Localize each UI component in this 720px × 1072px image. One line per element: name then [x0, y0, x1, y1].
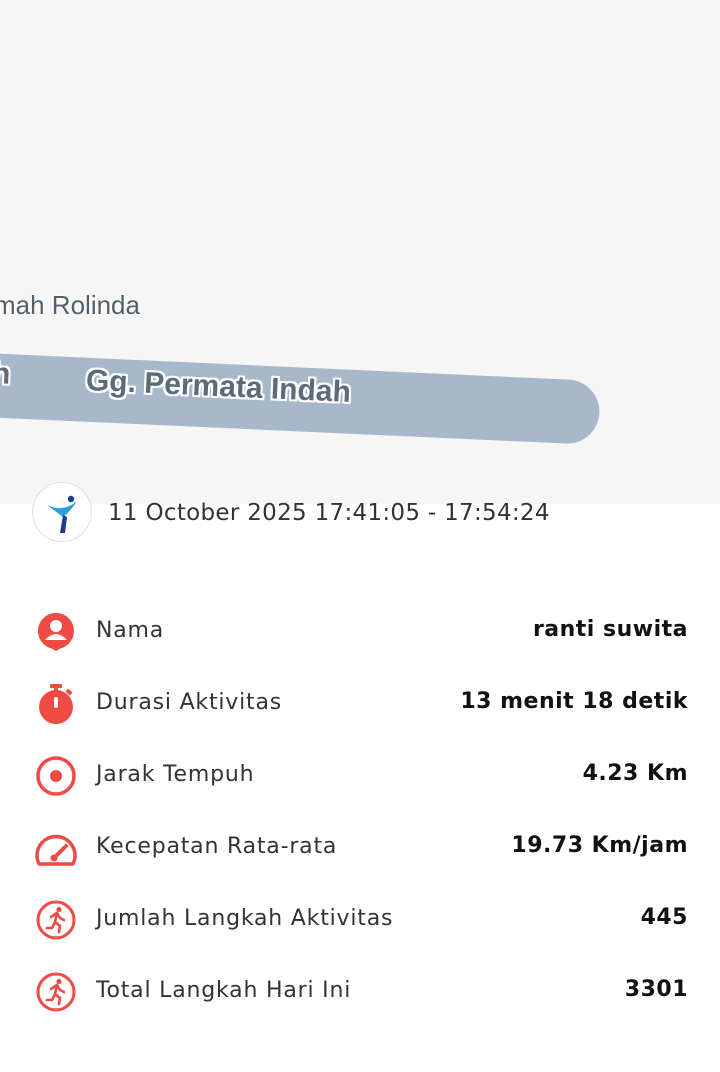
running-icon	[34, 898, 78, 942]
app-logo-icon	[32, 482, 92, 542]
speedometer-icon	[34, 826, 78, 870]
stat-label: Nama	[96, 618, 165, 643]
map-view[interactable]: mah Rolinda h Gg. Permata Indah	[0, 0, 720, 504]
map-road-label-cut: h	[0, 357, 12, 391]
running-icon	[34, 970, 78, 1014]
stat-row-duration: Durasi Aktivitas 13 menit 18 detik	[0, 668, 720, 740]
stat-label: Kecepatan Rata-rata	[96, 834, 338, 859]
activity-header: 11 October 2025 17:41:05 - 17:54:24	[0, 482, 720, 564]
stat-value: 3301	[624, 977, 688, 1002]
stat-row-speed: Kecepatan Rata-rata 19.73 Km/jam	[0, 812, 720, 884]
stopwatch-icon	[34, 682, 78, 726]
stat-value: 13 menit 18 detik	[460, 689, 688, 714]
stat-row-name: Nama ranti suwita	[0, 596, 720, 668]
stat-row-activity-steps: Jumlah Langkah Aktivitas 445	[0, 884, 720, 956]
map-place-label: mah Rolinda	[0, 290, 140, 320]
stat-value: 4.23 Km	[582, 761, 688, 786]
stats-list: Nama ranti suwita Durasi Aktivitas 13 me…	[0, 596, 720, 1028]
stat-row-distance: Jarak Tempuh 4.23 Km	[0, 740, 720, 812]
stat-label: Jarak Tempuh	[96, 762, 255, 787]
stat-label: Total Langkah Hari Ini	[96, 978, 352, 1003]
stat-value: ranti suwita	[532, 617, 688, 642]
stat-label: Jumlah Langkah Aktivitas	[96, 906, 394, 931]
stat-value: 19.73 Km/jam	[511, 833, 688, 858]
stat-label: Durasi Aktivitas	[96, 690, 283, 715]
stat-value: 445	[640, 905, 688, 930]
person-pin-icon	[34, 610, 78, 654]
activity-datetime: 11 October 2025 17:41:05 - 17:54:24	[108, 500, 550, 526]
stat-row-total-steps: Total Langkah Hari Ini 3301	[0, 956, 720, 1028]
target-icon	[34, 754, 78, 798]
